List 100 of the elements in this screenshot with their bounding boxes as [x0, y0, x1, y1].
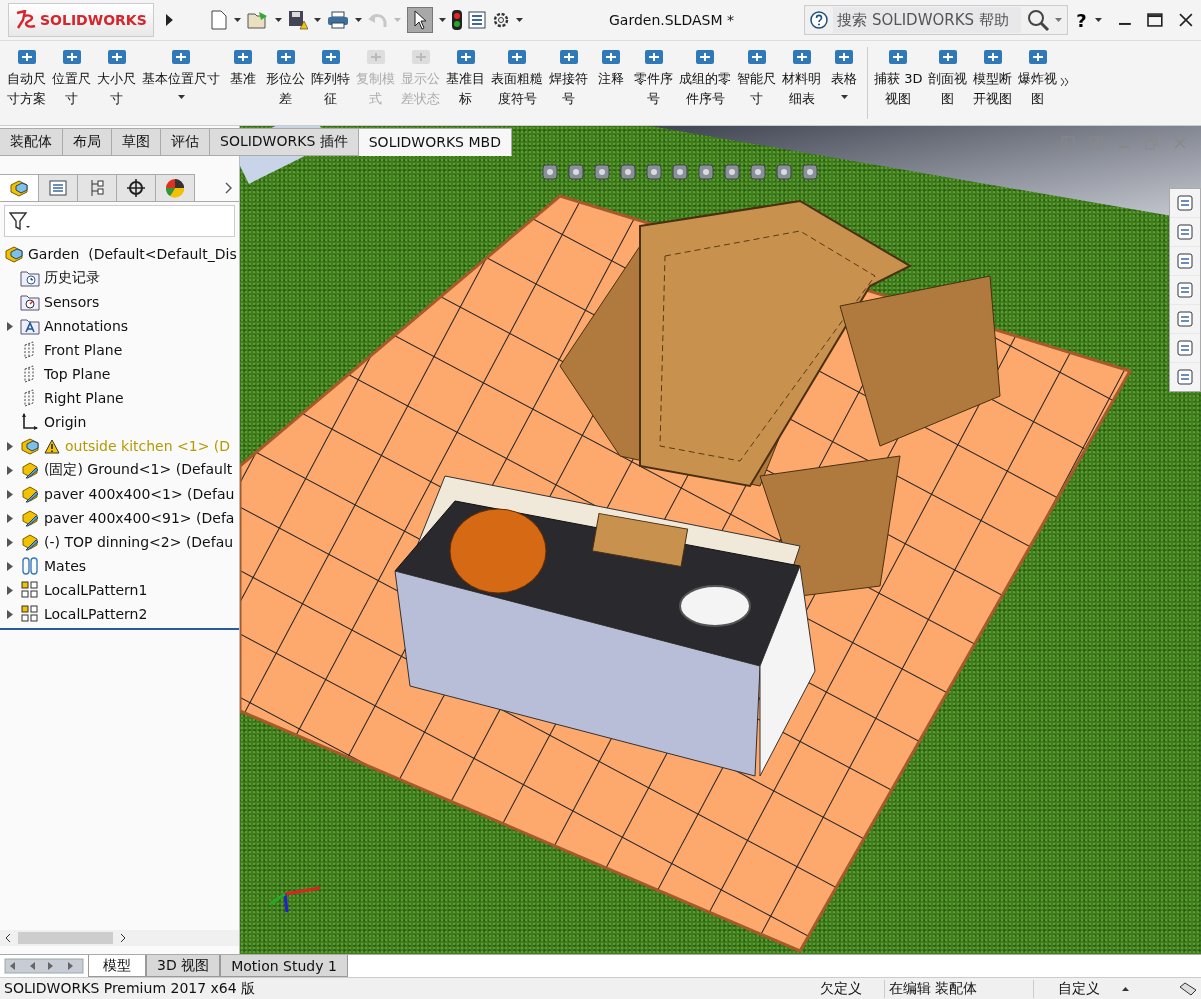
view-tool-icon[interactable] [696, 162, 716, 182]
ribbon-tab[interactable]: 评估 [161, 128, 210, 156]
tree-item[interactable]: Garden (Default<Default_Dis [28, 246, 237, 262]
caret-icon[interactable] [313, 18, 321, 22]
list-icon[interactable] [467, 11, 486, 29]
tree-item[interactable]: Sensors [44, 294, 100, 310]
ribbon-button[interactable]: 阵列特 征 [308, 47, 353, 109]
maximize-icon[interactable] [1147, 13, 1164, 27]
expand-arrow-icon[interactable] [7, 489, 13, 499]
expand-arrow-icon[interactable] [7, 537, 13, 547]
task-pane-tab[interactable] [1170, 363, 1200, 391]
ribbon-button[interactable]: 表面粗糙 度符号 [488, 47, 546, 109]
ribbon-tab[interactable]: SOLIDWORKS MBD [358, 128, 512, 156]
ribbon-button[interactable]: 焊接符 号 [546, 47, 591, 109]
task-pane-tab[interactable] [1170, 189, 1200, 217]
caret-icon[interactable] [515, 18, 523, 22]
expand-arrow-icon[interactable] [7, 465, 13, 475]
tag-icon[interactable] [1179, 981, 1197, 996]
view-tool-icon[interactable] [540, 162, 560, 182]
tree-item[interactable]: Front Plane [44, 342, 123, 358]
caret-up-icon[interactable] [1122, 986, 1129, 991]
ribbon-button[interactable]: 捕获 3D 视图 [871, 47, 926, 109]
save-icon[interactable] [287, 10, 308, 30]
print-icon[interactable] [326, 11, 349, 29]
crosshair-tab[interactable] [116, 174, 156, 201]
tree-item[interactable]: Right Plane [44, 390, 124, 406]
tree-item[interactable]: Origin [44, 414, 87, 430]
view-tool-icon[interactable] [774, 162, 794, 182]
ribbon-tab[interactable]: 装配体 [0, 128, 63, 156]
tree-item[interactable]: (固定) Ground<1> (Default [44, 461, 233, 479]
caret-icon[interactable] [1094, 18, 1102, 22]
expand-arrow-icon[interactable] [7, 585, 13, 595]
ribbon-button[interactable]: 基准 [223, 47, 263, 89]
ribbon-button[interactable]: 爆炸视 图 [1015, 47, 1061, 109]
status-text[interactable]: 自定义 [1054, 979, 1122, 998]
bottom-tab[interactable]: 模型 [88, 955, 146, 977]
filter-icon[interactable] [9, 211, 31, 231]
scrollbar-thumb[interactable] [18, 932, 113, 944]
expand-arrow-icon[interactable] [7, 609, 13, 619]
help-circle-icon[interactable] [810, 11, 829, 29]
settings-icon[interactable] [491, 11, 510, 29]
search-icon[interactable] [1026, 8, 1051, 32]
ribbon-button[interactable]: 大小尺 寸 [94, 47, 139, 109]
new-document-icon[interactable] [209, 10, 228, 30]
tree-item[interactable]: paver 400x400<91> (Defa [44, 510, 235, 526]
more-chevron-icon[interactable] [1060, 77, 1071, 87]
expand-arrow-icon[interactable] [164, 13, 174, 27]
view-tool-icon[interactable] [644, 162, 664, 182]
tree-item[interactable]: 历史记录 [44, 269, 100, 287]
task-pane-tab[interactable] [1170, 247, 1200, 275]
ribbon-button[interactable]: 零件序 号 [631, 47, 676, 109]
tab-navigation-arrows-icon[interactable] [4, 958, 84, 974]
bottom-tab[interactable]: Motion Study 1 [220, 955, 348, 977]
ribbon-button[interactable]: 智能尺 寸 [734, 47, 779, 109]
view-tool-icon[interactable] [722, 162, 742, 182]
ribbon-button[interactable]: 模型断 开视图 [970, 47, 1016, 109]
ribbon-button[interactable]: 形位公 差 [263, 47, 308, 109]
ribbon-button[interactable]: 表格 [824, 47, 864, 99]
horizontal-scrollbar[interactable] [0, 930, 239, 946]
caret-icon[interactable] [354, 18, 362, 22]
ribbon-button[interactable]: 自动尺 寸方案 [4, 47, 49, 109]
ribbon-tab[interactable]: SOLIDWORKS 插件 [210, 128, 359, 156]
caret-icon[interactable] [233, 18, 241, 22]
assembly-tab[interactable] [0, 174, 39, 201]
help-button[interactable]: ? [1074, 9, 1089, 31]
tree-item[interactable]: Annotations [44, 318, 129, 334]
task-pane-tab[interactable] [1170, 276, 1200, 304]
ribbon-button[interactable]: 成组的零 件序号 [676, 47, 734, 109]
view-tool-icon[interactable] [592, 162, 612, 182]
tree-item[interactable]: LocalLPattern1 [44, 582, 148, 598]
chevron-right-icon[interactable] [225, 181, 233, 194]
appearance-tab[interactable] [155, 174, 195, 201]
ribbon-button[interactable]: 注释 [591, 47, 631, 89]
view-tool-icon[interactable] [748, 162, 768, 182]
expand-arrow-icon[interactable] [7, 561, 13, 571]
tree-item[interactable]: paver 400x400<1> (Defau [44, 486, 235, 502]
ribbon-tab[interactable]: 草图 [112, 128, 161, 156]
traffic-light-icon[interactable] [451, 10, 462, 30]
scroll-right-icon[interactable] [119, 933, 127, 943]
scroll-left-icon[interactable] [4, 933, 12, 943]
close-icon[interactable] [1179, 13, 1193, 27]
property-tab[interactable] [38, 174, 78, 201]
view-tool-icon[interactable] [566, 162, 586, 182]
view-tool-icon[interactable] [800, 162, 820, 182]
ribbon-button[interactable]: 位置尺 寸 [49, 47, 94, 109]
open-folder-icon[interactable] [246, 10, 269, 30]
filter-field[interactable] [4, 205, 235, 237]
expand-arrow-icon[interactable] [7, 441, 13, 451]
expand-arrow-icon[interactable] [7, 513, 13, 523]
ribbon-button[interactable]: 材料明 细表 [779, 47, 824, 109]
ribbon-button[interactable]: 基准目 标 [443, 47, 488, 109]
task-pane-tab[interactable] [1170, 305, 1200, 333]
caret-icon[interactable] [438, 18, 446, 22]
ribbon-tab[interactable]: 布局 [63, 128, 112, 156]
select-button[interactable] [406, 7, 433, 33]
ribbon-button[interactable]: 基本位置尺寸 [139, 47, 223, 99]
task-pane-tab[interactable] [1170, 218, 1200, 246]
ribbon-button[interactable]: 剖面视 图 [925, 47, 971, 109]
caret-icon[interactable] [274, 18, 282, 22]
tree-item[interactable]: (-) TOP dinning<2> (Defau [44, 534, 234, 550]
